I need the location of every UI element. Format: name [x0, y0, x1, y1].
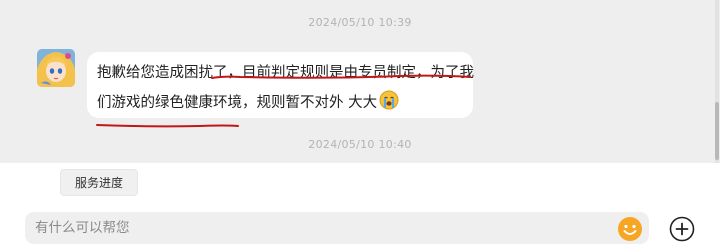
message-input[interactable]: [35, 212, 605, 244]
avatar[interactable]: [37, 49, 75, 87]
composer-panel: 服务进度: [0, 163, 720, 250]
message-input-container[interactable]: [25, 212, 649, 244]
service-progress-button[interactable]: 服务进度: [60, 169, 138, 196]
message-text-line-1: 抱歉给您造成困扰了，目前判定规则是由专员制定，为了我: [97, 65, 474, 81]
message-timestamp: 2024/05/10 10:40: [308, 138, 412, 151]
message-bubble[interactable]: 抱歉给您造成困扰了，目前判定规则是由专员制定，为了我 们游戏的绿色健康环境，规则…: [87, 52, 474, 118]
crying-emoji-icon: [379, 90, 399, 114]
scrollbar-thumb[interactable]: [715, 102, 719, 160]
smile-emoji-icon[interactable]: [617, 216, 643, 242]
chat-area: 2024/05/10 10:39 抱歉给您造成困扰了，目前判定规则是由专员制定，…: [0, 0, 720, 163]
plus-circle-icon[interactable]: [669, 216, 695, 242]
message-text-line-2-content: 们游戏的绿色健康环境，规则暂不对外 大大: [97, 95, 378, 111]
scrollbar[interactable]: [715, 0, 719, 163]
message-text-line-2: 们游戏的绿色健康环境，规则暂不对外 大大: [97, 90, 399, 114]
message-timestamp: 2024/05/10 10:39: [308, 16, 412, 29]
